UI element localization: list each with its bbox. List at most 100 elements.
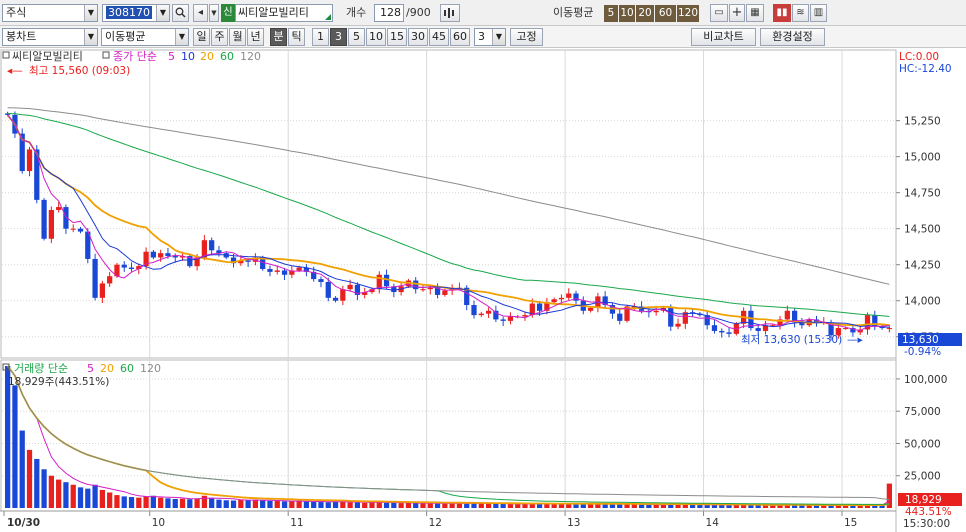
- interval-45-button[interactable]: 45: [429, 28, 449, 46]
- candle-body: [41, 199, 47, 239]
- volume-bar: [201, 495, 208, 508]
- volume-bar: [92, 484, 98, 508]
- stock-name: 씨티알모빌리티: [238, 6, 309, 19]
- vol-legend-5: 5: [87, 362, 94, 375]
- candle-body: [318, 279, 324, 282]
- interval-input[interactable]: 3 ▼: [474, 28, 506, 46]
- volume-bar: [318, 502, 324, 508]
- volume-bar: [56, 479, 62, 508]
- indicator-value: 이동평균: [105, 30, 146, 43]
- stock-chart[interactable]: 15,25015,00014,75014,50014,25014,00013,7…: [0, 48, 966, 532]
- candle-body: [267, 269, 273, 272]
- sound-wave-icon[interactable]: [440, 4, 460, 22]
- grid-icon[interactable]: ▦: [746, 4, 764, 22]
- volume-bar: [762, 505, 769, 508]
- legend-ma5: 5: [168, 50, 175, 63]
- indicator-select[interactable]: 이동평균 ▼: [101, 28, 189, 46]
- volume-bar: [719, 505, 725, 508]
- market-type-select[interactable]: 주식 ▼: [2, 4, 98, 22]
- interval-10-button[interactable]: 10: [366, 28, 386, 46]
- interval-60-button[interactable]: 60: [450, 28, 470, 46]
- legend-ma20: 20: [200, 50, 214, 63]
- volume-bar: [281, 501, 288, 508]
- x-tick-label: 15: [844, 517, 857, 529]
- ma-60-button[interactable]: 60: [655, 5, 676, 22]
- candle-body: [281, 270, 288, 275]
- candle-body: [245, 260, 251, 262]
- volume-bar: [216, 499, 222, 508]
- chat-icon[interactable]: ▭: [710, 4, 728, 22]
- chevron-down-icon[interactable]: ▼: [209, 4, 219, 22]
- period-minute-button[interactable]: 분: [270, 28, 287, 46]
- speaker-icon[interactable]: ◂: [193, 4, 208, 22]
- volume-bar: [187, 499, 193, 508]
- volume-bar: [238, 499, 244, 508]
- x-tick-label: 13: [567, 517, 580, 529]
- candle-body: [617, 313, 623, 321]
- candle-body: [274, 270, 280, 272]
- period-week-button[interactable]: 주: [211, 28, 228, 46]
- volume-bar: [573, 504, 579, 508]
- ma-20-button[interactable]: 20: [636, 5, 654, 22]
- ma-10-button[interactable]: 10: [619, 5, 635, 22]
- candle-body: [77, 228, 84, 232]
- volume-bar: [522, 504, 528, 508]
- settings-button[interactable]: 환경설정: [760, 28, 825, 46]
- candle-body: [886, 328, 892, 330]
- stock-name-field[interactable]: 씨티알모빌리티: [235, 4, 333, 22]
- volume-bar: [515, 503, 521, 508]
- volume-bar: [755, 505, 761, 508]
- candle-body: [507, 316, 514, 321]
- candle-body: [172, 256, 178, 258]
- volume-bar: [172, 498, 178, 508]
- volume-bar: [252, 499, 259, 508]
- volume-bar: [456, 503, 463, 508]
- volume-bar: [602, 504, 608, 508]
- bar-chart-icon[interactable]: ▥: [810, 4, 827, 22]
- volume-bar: [500, 503, 506, 508]
- current-volume: 18,929: [905, 494, 942, 506]
- search-icon[interactable]: [172, 4, 189, 22]
- period-year-button[interactable]: 년: [247, 28, 264, 46]
- candle-body: [56, 207, 62, 210]
- count-input[interactable]: 128: [374, 4, 404, 22]
- crosshair-icon[interactable]: +: [729, 4, 745, 22]
- candle-body: [485, 310, 492, 314]
- wave-icon[interactable]: ≋: [792, 4, 809, 22]
- compare-chart-button[interactable]: 비교차트: [691, 28, 756, 46]
- period-month-button[interactable]: 월: [229, 28, 246, 46]
- period-day-button[interactable]: 일: [193, 28, 210, 46]
- legend-ma10: 10: [181, 50, 195, 63]
- legend-ma120: 120: [240, 50, 261, 63]
- interval-30-button[interactable]: 30: [408, 28, 428, 46]
- x-tick-label: 10/30: [7, 517, 40, 529]
- volume-bar: [420, 503, 426, 508]
- count-total: /900: [406, 6, 431, 19]
- volume-bar: [711, 505, 718, 508]
- volume-bar: [70, 484, 76, 508]
- candle-body: [150, 251, 157, 258]
- volume-bar: [485, 503, 492, 508]
- candle-body: [668, 307, 674, 327]
- volume-bar: [230, 500, 237, 508]
- volume-bar: [34, 458, 40, 508]
- fix-button[interactable]: 고정: [510, 28, 543, 46]
- ma-5-button[interactable]: 5: [604, 5, 618, 22]
- ma-120-button[interactable]: 120: [677, 5, 699, 22]
- market-type-value: 주식: [6, 6, 27, 19]
- interval-5-button[interactable]: 5: [348, 28, 365, 46]
- chart-type-select[interactable]: 봉차트 ▼: [2, 28, 98, 46]
- interval-3-button[interactable]: 3: [330, 28, 347, 46]
- volume-bar: [48, 475, 54, 508]
- interval-15-button[interactable]: 15: [387, 28, 407, 46]
- volume-bar: [631, 504, 637, 508]
- stock-code-input[interactable]: 308170 ▼: [102, 4, 170, 22]
- candle-body: [128, 267, 135, 270]
- interval-1-button[interactable]: 1: [312, 28, 329, 46]
- volume-tick-label: 25,000: [904, 471, 941, 483]
- period-tick-button[interactable]: 틱: [288, 28, 305, 46]
- candle-icon[interactable]: ▮▮: [773, 4, 791, 22]
- chevron-down-icon: ▼: [84, 29, 97, 45]
- high-annotation-arrow: ◂—: [7, 65, 23, 77]
- volume-bar: [26, 449, 33, 508]
